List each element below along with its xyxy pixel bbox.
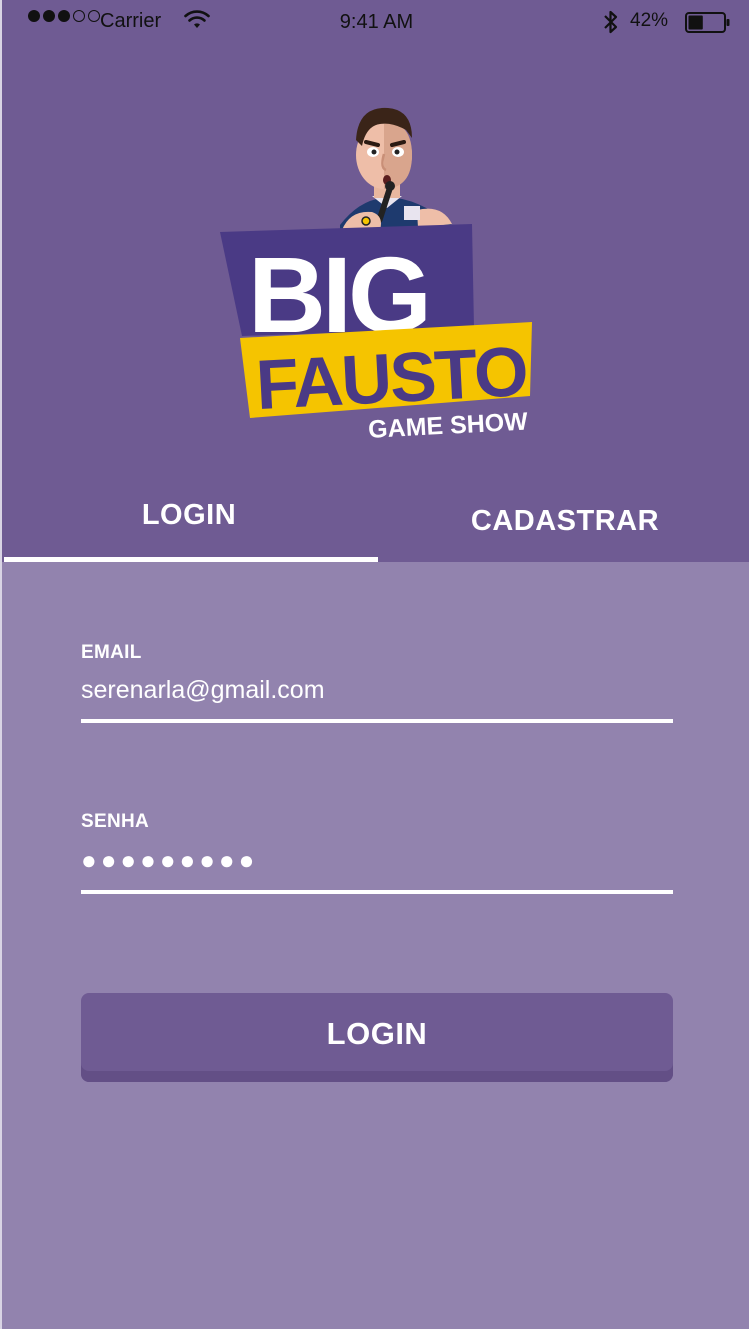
email-label: EMAIL xyxy=(81,642,142,663)
phone-screen: Carrier 9:41 AM 42% BIG FAUSTO GAME SHOW… xyxy=(0,0,749,1329)
host-mascot-icon xyxy=(340,107,452,240)
status-bar: Carrier 9:41 AM 42% xyxy=(2,0,749,44)
login-button[interactable]: LOGIN xyxy=(81,993,673,1082)
email-field-group: EMAIL xyxy=(81,642,673,723)
password-input[interactable] xyxy=(81,833,673,894)
tab-login-label: LOGIN xyxy=(141,498,237,531)
header-area: Carrier 9:41 AM 42% BIG FAUSTO GAME SHOW… xyxy=(2,0,749,562)
battery-icon xyxy=(685,12,730,33)
bluetooth-icon xyxy=(602,9,620,41)
auth-tabs: LOGIN CADASTRAR xyxy=(2,480,749,562)
tab-login[interactable]: LOGIN xyxy=(2,480,378,562)
senha-field-group: SENHA xyxy=(81,811,673,894)
battery-percentage: 42% xyxy=(630,10,669,31)
big-fausto-logo: BIG FAUSTO GAME SHOW xyxy=(212,100,552,444)
email-input[interactable] xyxy=(81,664,673,723)
tab-cadastrar-label: CADASTRAR xyxy=(470,504,660,537)
active-tab-indicator xyxy=(4,557,378,562)
tab-cadastrar[interactable]: CADASTRAR xyxy=(378,480,749,562)
senha-label: SENHA xyxy=(81,811,150,832)
